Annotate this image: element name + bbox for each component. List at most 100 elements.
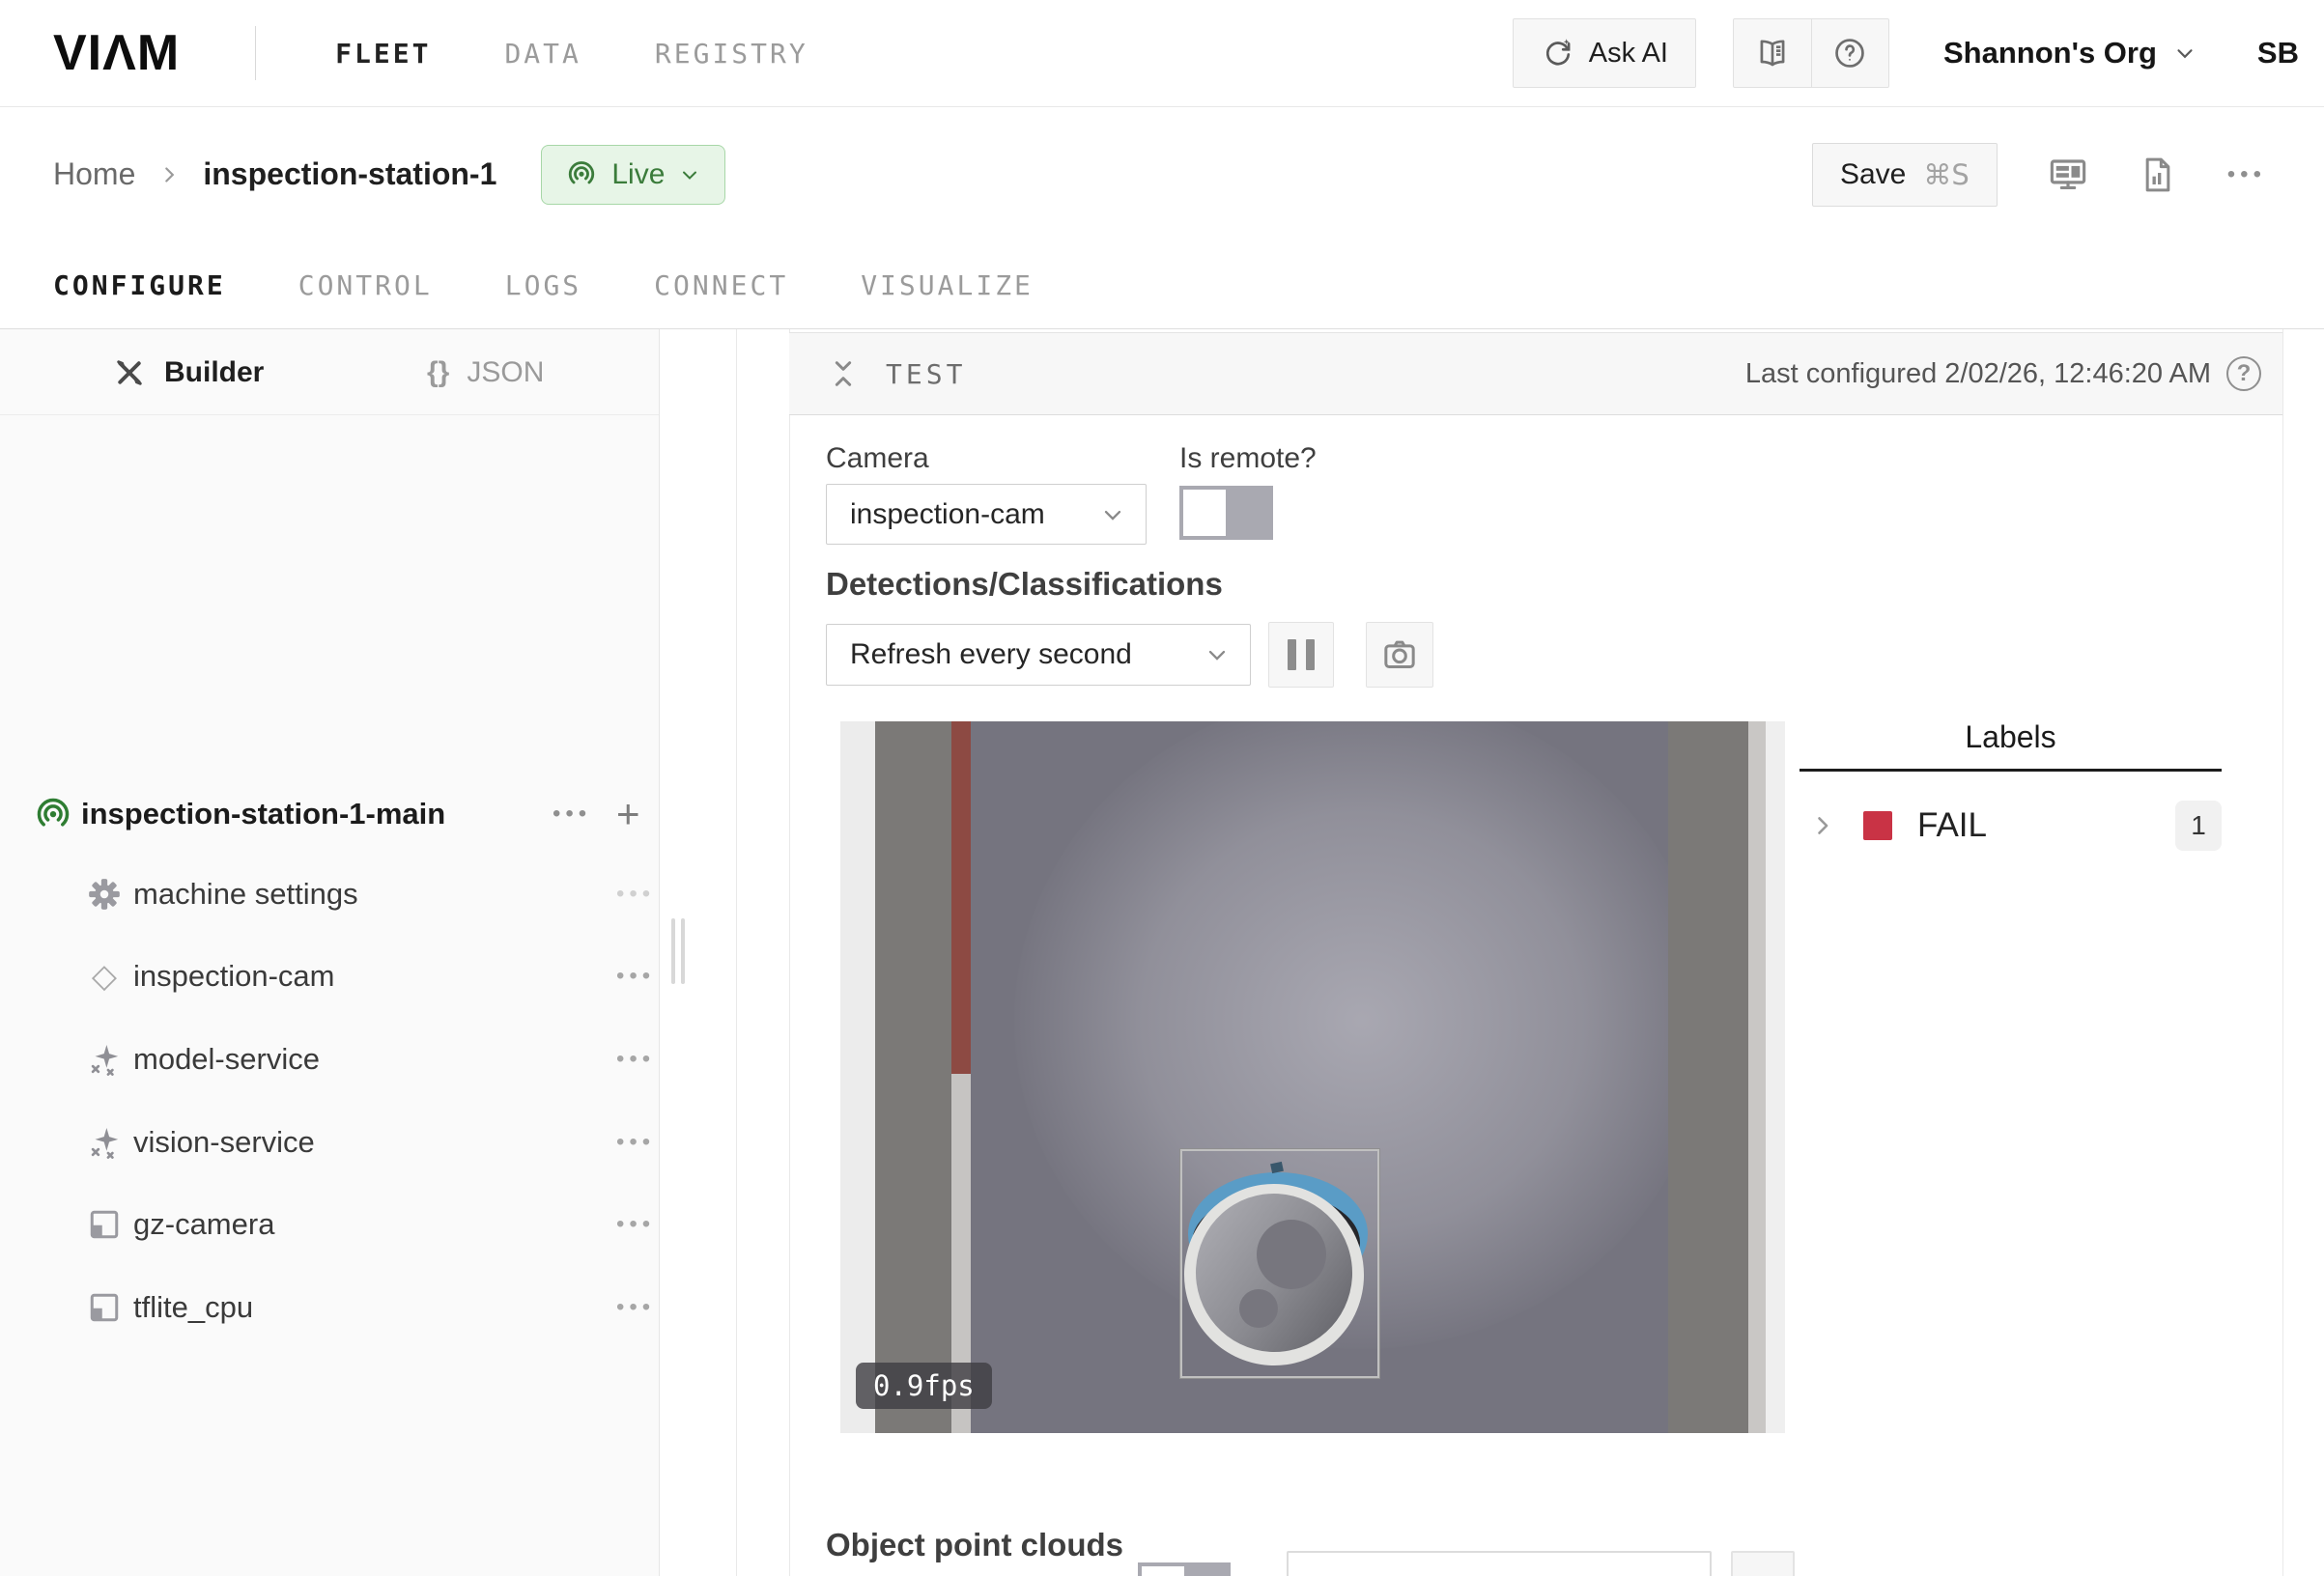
module-icon [85,1288,124,1327]
toggle-knob [1142,1566,1184,1576]
camera-select[interactable]: inspection-cam [826,484,1147,545]
builder-mode-toggle[interactable]: Builder [112,329,264,415]
snapshot-button[interactable] [1366,622,1433,688]
book-icon [1754,35,1791,71]
tab-visualize[interactable]: VISUALIZE [861,269,1034,301]
object-point-clouds-toggle[interactable] [1138,1562,1231,1576]
label-count-badge: 1 [2175,801,2222,851]
label-row[interactable]: FAIL 1 [1800,801,2222,851]
breadcrumb-machine-name: inspection-station-1 [203,156,496,192]
ask-ai-button[interactable]: Ask AI [1513,18,1696,88]
test-section-header: TEST Last configured 2/02/26, 12:46:20 A… [789,332,2282,415]
help-button[interactable] [1811,19,1888,87]
more-menu-icon[interactable]: ••• [553,801,591,828]
sidebar-item-model-service[interactable]: model-service ••• [0,1029,660,1089]
last-configured-text: Last configured 2/02/26, 12:46:20 AM [1745,358,2211,390]
top-nav: VIΛM FLEET DATA REGISTRY Ask AI [0,0,2324,107]
docs-help-group [1733,18,1889,88]
breadcrumb-home[interactable]: Home [53,156,135,192]
nav-tabs: FLEET DATA REGISTRY [335,38,808,70]
label-name: FAIL [1917,806,1987,845]
user-avatar[interactable]: SB [2257,36,2299,70]
topnav-right: Ask AI [1513,18,2299,88]
expand-label-icon[interactable] [1809,812,1836,839]
labels-panel: Labels FAIL 1 [1800,719,2222,851]
camera-icon [1380,635,1419,674]
nav-tab-registry[interactable]: REGISTRY [655,38,808,70]
viam-configure-page: VIΛM FLEET DATA REGISTRY Ask AI [0,0,2324,1576]
refresh-rate-select[interactable]: Refresh every second [826,624,1251,686]
sidebar-resize-handle[interactable] [671,918,689,984]
more-menu-icon[interactable]: ••• [616,1294,655,1321]
monitor-icon [2048,155,2088,195]
tools-icon [112,355,147,390]
sidebar-item-machine-settings[interactable]: machine settings ••• [0,864,660,924]
sparkle-icon [85,1123,124,1162]
object-point-clouds-button[interactable] [1731,1551,1795,1576]
label-color-swatch [1863,811,1892,840]
ask-ai-label: Ask AI [1589,38,1668,70]
save-shortcut: ⌘S [1923,158,1969,191]
pause-stream-button[interactable] [1268,622,1334,688]
nav-divider [255,26,256,80]
chevron-down-icon [1099,501,1126,528]
fps-badge: 0.9fps [856,1363,992,1409]
breadcrumb-row: Home inspection-station-1 Live Save ⌘S [0,107,2324,241]
org-switcher[interactable]: Shannon's Org [1943,36,2197,70]
nav-tab-data[interactable]: DATA [504,38,581,70]
sidebar-item-label: tflite_cpu [133,1290,253,1325]
machine-dashboard-button[interactable] [2048,155,2088,195]
sidebar-item-label: gz-camera [133,1207,274,1242]
ai-refresh-sparkle-icon [1541,36,1575,70]
labels-title: Labels [1800,719,2222,772]
sidebar-item-machine-main[interactable]: inspection-station-1-main ••• + [0,784,660,844]
collapse-section-icon[interactable] [828,358,859,389]
viam-logo[interactable]: VIΛM [53,24,180,82]
tab-configure[interactable]: CONFIGURE [53,269,226,301]
more-menu-icon[interactable]: ••• [616,1046,655,1073]
builder-json-switcher: Builder {} JSON [0,329,659,415]
add-component-icon[interactable]: + [616,798,640,830]
tab-logs[interactable]: LOGS [505,269,581,301]
feed-left-column [875,721,951,1433]
module-icon [85,1205,124,1244]
save-button[interactable]: Save ⌘S [1812,143,1998,207]
sidebar-item-label: inspection-station-1-main [81,797,445,831]
feed-right-column [1668,721,1748,1433]
refresh-rate-value: Refresh every second [850,638,1132,671]
question-circle-icon [1831,35,1868,71]
sidebar-item-vision-service[interactable]: vision-service ••• [0,1112,660,1172]
documentation-button[interactable] [1734,19,1811,87]
chevron-down-icon [2172,41,2197,66]
help-icon[interactable]: ? [2226,356,2261,391]
section-title: TEST [886,358,966,390]
sidebar-item-tflite-cpu[interactable]: tflite_cpu ••• [0,1278,660,1337]
sidebar-item-gz-camera[interactable]: gz-camera ••• [0,1195,660,1254]
sidebar-item-label: machine settings [133,877,358,912]
nav-tab-fleet[interactable]: FLEET [335,38,431,70]
report-document-icon-button[interactable] [2139,155,2177,194]
machine-status-badge[interactable]: Live [541,145,725,205]
braces-icon: {} [427,356,449,389]
camera-stream: 0.9fps [840,721,1785,1433]
is-remote-toggle[interactable] [1179,486,1273,540]
tab-control[interactable]: CONTROL [298,269,433,301]
sparkle-icon [85,1040,124,1079]
sidebar-item-inspection-cam[interactable]: ◇ inspection-cam ••• [0,946,660,1006]
gear-icon [85,875,124,914]
more-menu-icon[interactable]: ••• [616,1211,655,1238]
panel-divider [789,329,790,1576]
camera-select-value: inspection-cam [850,498,1045,531]
camera-field-label: Camera [826,442,929,475]
more-menu-icon[interactable]: ••• [616,963,655,990]
more-menu-icon[interactable]: ••• [616,881,655,908]
json-mode-toggle[interactable]: {} JSON [427,329,544,415]
more-menu-button[interactable]: ••• [2227,161,2266,188]
detections-heading: Detections/Classifications [826,566,1223,603]
broadcast-icon [565,158,598,191]
more-menu-icon[interactable]: ••• [616,1129,655,1156]
tab-connect[interactable]: CONNECT [654,269,788,301]
diamond-icon: ◇ [85,957,124,996]
object-point-clouds-select[interactable] [1287,1551,1712,1576]
is-remote-label: Is remote? [1179,442,1317,475]
